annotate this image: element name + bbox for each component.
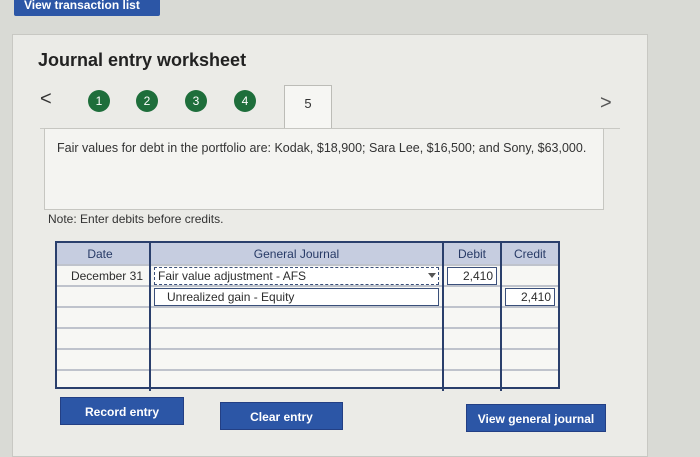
table-row <box>57 369 558 391</box>
view-general-journal-button[interactable]: View general journal <box>466 404 606 432</box>
step-5-tab[interactable]: 5 <box>284 85 332 129</box>
description-text: Fair values for debt in the portfolio ar… <box>57 141 587 155</box>
step-4-button[interactable]: 4 <box>234 90 256 112</box>
account-select[interactable]: Fair value adjustment - AFS <box>154 266 439 285</box>
debit-cell[interactable] <box>443 369 502 391</box>
account-cell[interactable] <box>150 348 444 370</box>
header-credit: Credit <box>501 243 558 265</box>
debit-cell[interactable]: 2,410 <box>443 264 502 286</box>
chevron-right-icon[interactable]: > <box>600 92 612 115</box>
date-cell[interactable] <box>57 369 151 391</box>
table-row <box>57 327 558 349</box>
header-general-journal: General Journal <box>150 243 444 265</box>
journal-table: Date General Journal Debit Credit Decemb… <box>55 241 560 391</box>
chevron-left-icon[interactable]: < <box>40 88 52 111</box>
account-cell[interactable]: Fair value adjustment - AFS <box>150 264 444 286</box>
step-1-button[interactable]: 1 <box>88 90 110 112</box>
account-select[interactable]: Unrealized gain - Equity <box>154 287 439 306</box>
credit-cell[interactable] <box>501 327 558 349</box>
account-cell[interactable] <box>150 369 444 391</box>
table-row: December 31 Fair value adjustment - AFS … <box>57 264 558 286</box>
dropdown-arrow-icon[interactable] <box>428 272 436 278</box>
credit-cell[interactable] <box>501 306 558 328</box>
credit-cell[interactable] <box>501 348 558 370</box>
instruction-note: Note: Enter debits before credits. <box>48 212 224 226</box>
clear-entry-button[interactable]: Clear entry <box>220 402 343 430</box>
debit-cell[interactable] <box>443 285 502 307</box>
debit-cell[interactable] <box>443 327 502 349</box>
account-cell[interactable]: Unrealized gain - Equity <box>150 285 444 307</box>
date-cell[interactable]: December 31 <box>57 264 151 286</box>
step-3-button[interactable]: 3 <box>185 90 207 112</box>
header-date: Date <box>57 243 151 265</box>
date-cell[interactable] <box>57 285 151 307</box>
debit-cell[interactable] <box>443 306 502 328</box>
table-row: Unrealized gain - Equity 2,410 <box>57 285 558 307</box>
transaction-description: Fair values for debt in the portfolio ar… <box>44 128 604 210</box>
date-cell[interactable] <box>57 306 151 328</box>
credit-cell[interactable] <box>501 264 558 286</box>
account-cell[interactable] <box>150 327 444 349</box>
debit-cell[interactable] <box>443 348 502 370</box>
date-cell[interactable] <box>57 348 151 370</box>
table-row <box>57 306 558 328</box>
account-value: Fair value adjustment - AFS <box>158 268 307 283</box>
header-debit: Debit <box>443 243 502 265</box>
debit-input[interactable]: 2,410 <box>447 266 497 285</box>
account-cell[interactable] <box>150 306 444 328</box>
credit-cell[interactable] <box>501 369 558 391</box>
record-entry-button[interactable]: Record entry <box>60 397 184 425</box>
table-row <box>57 348 558 370</box>
page-title: Journal entry worksheet <box>38 50 247 70</box>
view-transaction-list-tab[interactable]: View transaction list <box>14 0 160 16</box>
credit-cell[interactable]: 2,410 <box>501 285 558 307</box>
step-2-button[interactable]: 2 <box>136 90 158 112</box>
credit-input[interactable]: 2,410 <box>505 287 555 306</box>
date-cell[interactable] <box>57 327 151 349</box>
